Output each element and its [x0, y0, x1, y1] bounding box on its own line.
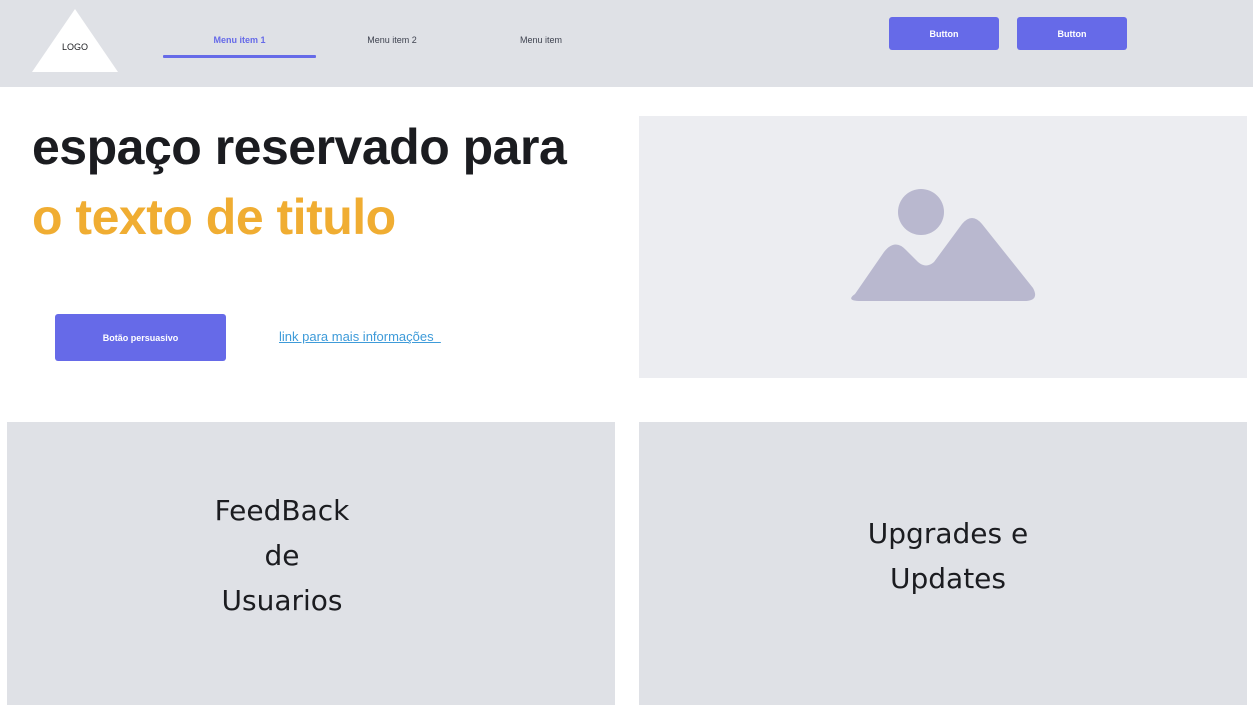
nav-item-3[interactable]: Menu item [481, 35, 601, 45]
nav-item-label: Menu item [519, 35, 563, 45]
top-header: LOGO Menu item 1 Menu item 2 Menu item B… [0, 0, 1253, 87]
card-title: Upgrades e Updates [867, 517, 1029, 595]
hero-title-line-1: espaço reservado para [32, 119, 567, 175]
nav-item-1[interactable]: Menu item 1 [163, 35, 316, 45]
card-title: FeedBack de Usuarios [214, 494, 350, 617]
nav-active-indicator [163, 55, 316, 58]
logo[interactable]: LOGO [32, 9, 118, 72]
cta-button[interactable]: Botão persuasivo [55, 314, 226, 361]
nav-item-2[interactable]: Menu item 2 [332, 35, 452, 45]
hero-title-line-2: o texto de titulo [32, 189, 396, 245]
nav-item-label: Menu item 1 [213, 35, 266, 45]
card-upgrades: Upgrades e Updates [639, 422, 1247, 705]
header-button-1[interactable]: Button [889, 17, 999, 50]
logo-text: LOGO [61, 42, 88, 52]
header-button-2[interactable]: Button [1017, 17, 1127, 50]
image-placeholder-icon [851, 189, 1036, 301]
hero-image-placeholder [639, 116, 1247, 378]
card-feedback: FeedBack de Usuarios [7, 422, 615, 705]
nav-item-label: Menu item 2 [367, 35, 417, 45]
logo-triangle-icon [32, 9, 118, 72]
more-info-link[interactable]: link para mais informações [279, 329, 441, 344]
